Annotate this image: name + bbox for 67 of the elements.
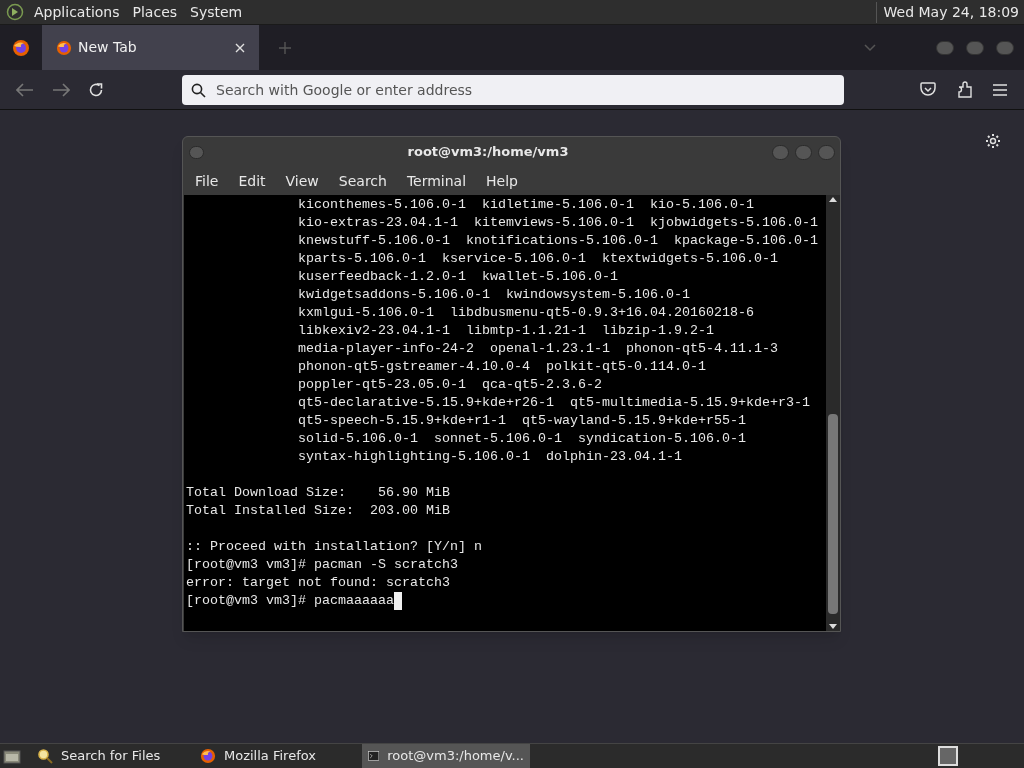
terminal-line: libkexiv2-23.04.1-1 libmtp-1.1.21-1 libzip-1.9.2-1 [298,322,714,340]
minimize-icon[interactable] [772,144,789,160]
reload-icon[interactable] [88,81,104,98]
firefox-icon [200,748,216,764]
terminal-line: error: target not found: scratch3 [186,574,450,592]
terminal-line: syntax-highlighting-5.106.0-1 dolphin-23.04.1-1 [298,448,682,466]
terminal-line: qt5-speech-5.15.9+kde+r1-1 qt5-wayland-5.15.9+kde+r55-1 [298,412,746,430]
window-title: root@vm3:/home/vm3 [406,143,570,162]
terminal-line: [root@vm3 vm3]# pacman -S scratch3 [186,556,458,574]
terminal-line: kiconthemes-5.106.0-1 kidletime-5.106.0-1 kio-5.106.0-1 [298,196,754,214]
taskbar-button[interactable]: Search for Files [31,744,191,768]
chevron-icon[interactable] [864,43,876,52]
terminal-line: Total Download Size: 56.90 MiB [186,484,450,502]
menu-icon[interactable] [993,83,1007,96]
terminal-line: poppler-qt5-23.05.0-1 qca-qt5-2.3.6-2 [298,376,602,394]
pocket-icon[interactable] [920,82,936,97]
panel-menu[interactable]: Applications [34,1,120,23]
browser-tab[interactable]: New Tab [42,25,259,70]
taskbar-button[interactable]: Mozilla Firefox [194,744,359,768]
search-icon [37,748,53,764]
scrollbar-thumb[interactable] [828,414,838,614]
extensions-icon[interactable] [957,81,973,98]
terminal-line: phonon-qt5-gstreamer-4.10.0-4 polkit-qt5-0.114.0-1 [298,358,706,376]
terminal-line: media-player-info-24-2 openal-1.23.1-1 phonon-qt5-4.11.1-3 [298,340,778,358]
back-icon[interactable] [16,82,34,97]
terminal-line: kwidgetsaddons-5.106.0-1 kwindowsystem-5.106.0-1 [298,286,690,304]
close-icon[interactable] [818,144,835,160]
show-desktop-icon[interactable] [3,748,21,764]
maximize-icon[interactable] [966,40,984,55]
menu-item[interactable]: Terminal [396,170,477,192]
close-tab-icon[interactable] [235,42,245,53]
scroll-up-icon[interactable] [829,197,837,202]
firefox-icon [56,39,72,56]
firefox-icon[interactable] [12,38,30,57]
menu-item[interactable]: File [185,170,229,192]
scrollbar[interactable] [826,195,840,631]
terminal-line: knewstuff-5.106.0-1 knotifications-5.106.0-1 kpackage-5.106.0-1 [298,232,818,250]
minimize-icon[interactable] [936,40,954,55]
terminal-line: :: Proceed with installation? [Y/n] n [186,538,482,556]
menu-item[interactable]: View [275,170,329,192]
terminal-line: [root@vm3 vm3]# pacmaaaaaa [186,592,394,610]
menu-item[interactable]: Search [328,170,397,192]
panel-menu[interactable]: Places [132,1,178,23]
terminal-line: kio-extras-23.04.1-1 kitemviews-5.106.0-1 kjobwidgets-5.106.0-1 [298,214,818,232]
new-tab-icon[interactable] [279,41,291,54]
terminal-icon [368,749,380,763]
address-bar[interactable]: Search with Google or enter address [182,74,844,105]
search-icon [191,82,206,98]
taskbar-button[interactable]: root@vm3:/home/v... [362,744,530,768]
settings-icon[interactable] [985,133,1001,149]
scroll-down-icon[interactable] [829,624,837,629]
terminal-line: solid-5.106.0-1 sonnet-5.106.0-1 syndication-5.106.0-1 [298,430,746,448]
close-icon[interactable] [996,40,1014,55]
distro-logo-icon[interactable] [6,3,26,21]
forward-icon[interactable] [52,82,70,97]
menu-item[interactable]: Help [476,170,528,192]
menu-item[interactable]: Edit [228,170,276,192]
terminal-line: kuserfeedback-1.2.0-1 kwallet-5.106.0-1 [298,268,618,286]
clock[interactable]: Wed May 24, 18:09 [875,1,1019,23]
window-menu-icon[interactable] [189,145,204,159]
maximize-icon[interactable] [795,144,812,160]
panel-menu[interactable]: System [190,1,243,23]
terminal-line: kparts-5.106.0-1 kservice-5.106.0-1 ktextwidgets-5.106.0-1 [298,250,778,268]
workspace-switcher[interactable] [938,746,958,766]
terminal-line: Total Installed Size: 203.00 MiB [186,502,450,520]
terminal-line: kxmlgui-5.106.0-1 libdbusmenu-qt5-0.9.3+16.04.20160218-6 [298,304,754,322]
terminal-line: qt5-declarative-5.15.9+kde+r26-1 qt5-multimedia-5.15.9+kde+r3-1 [298,394,810,412]
